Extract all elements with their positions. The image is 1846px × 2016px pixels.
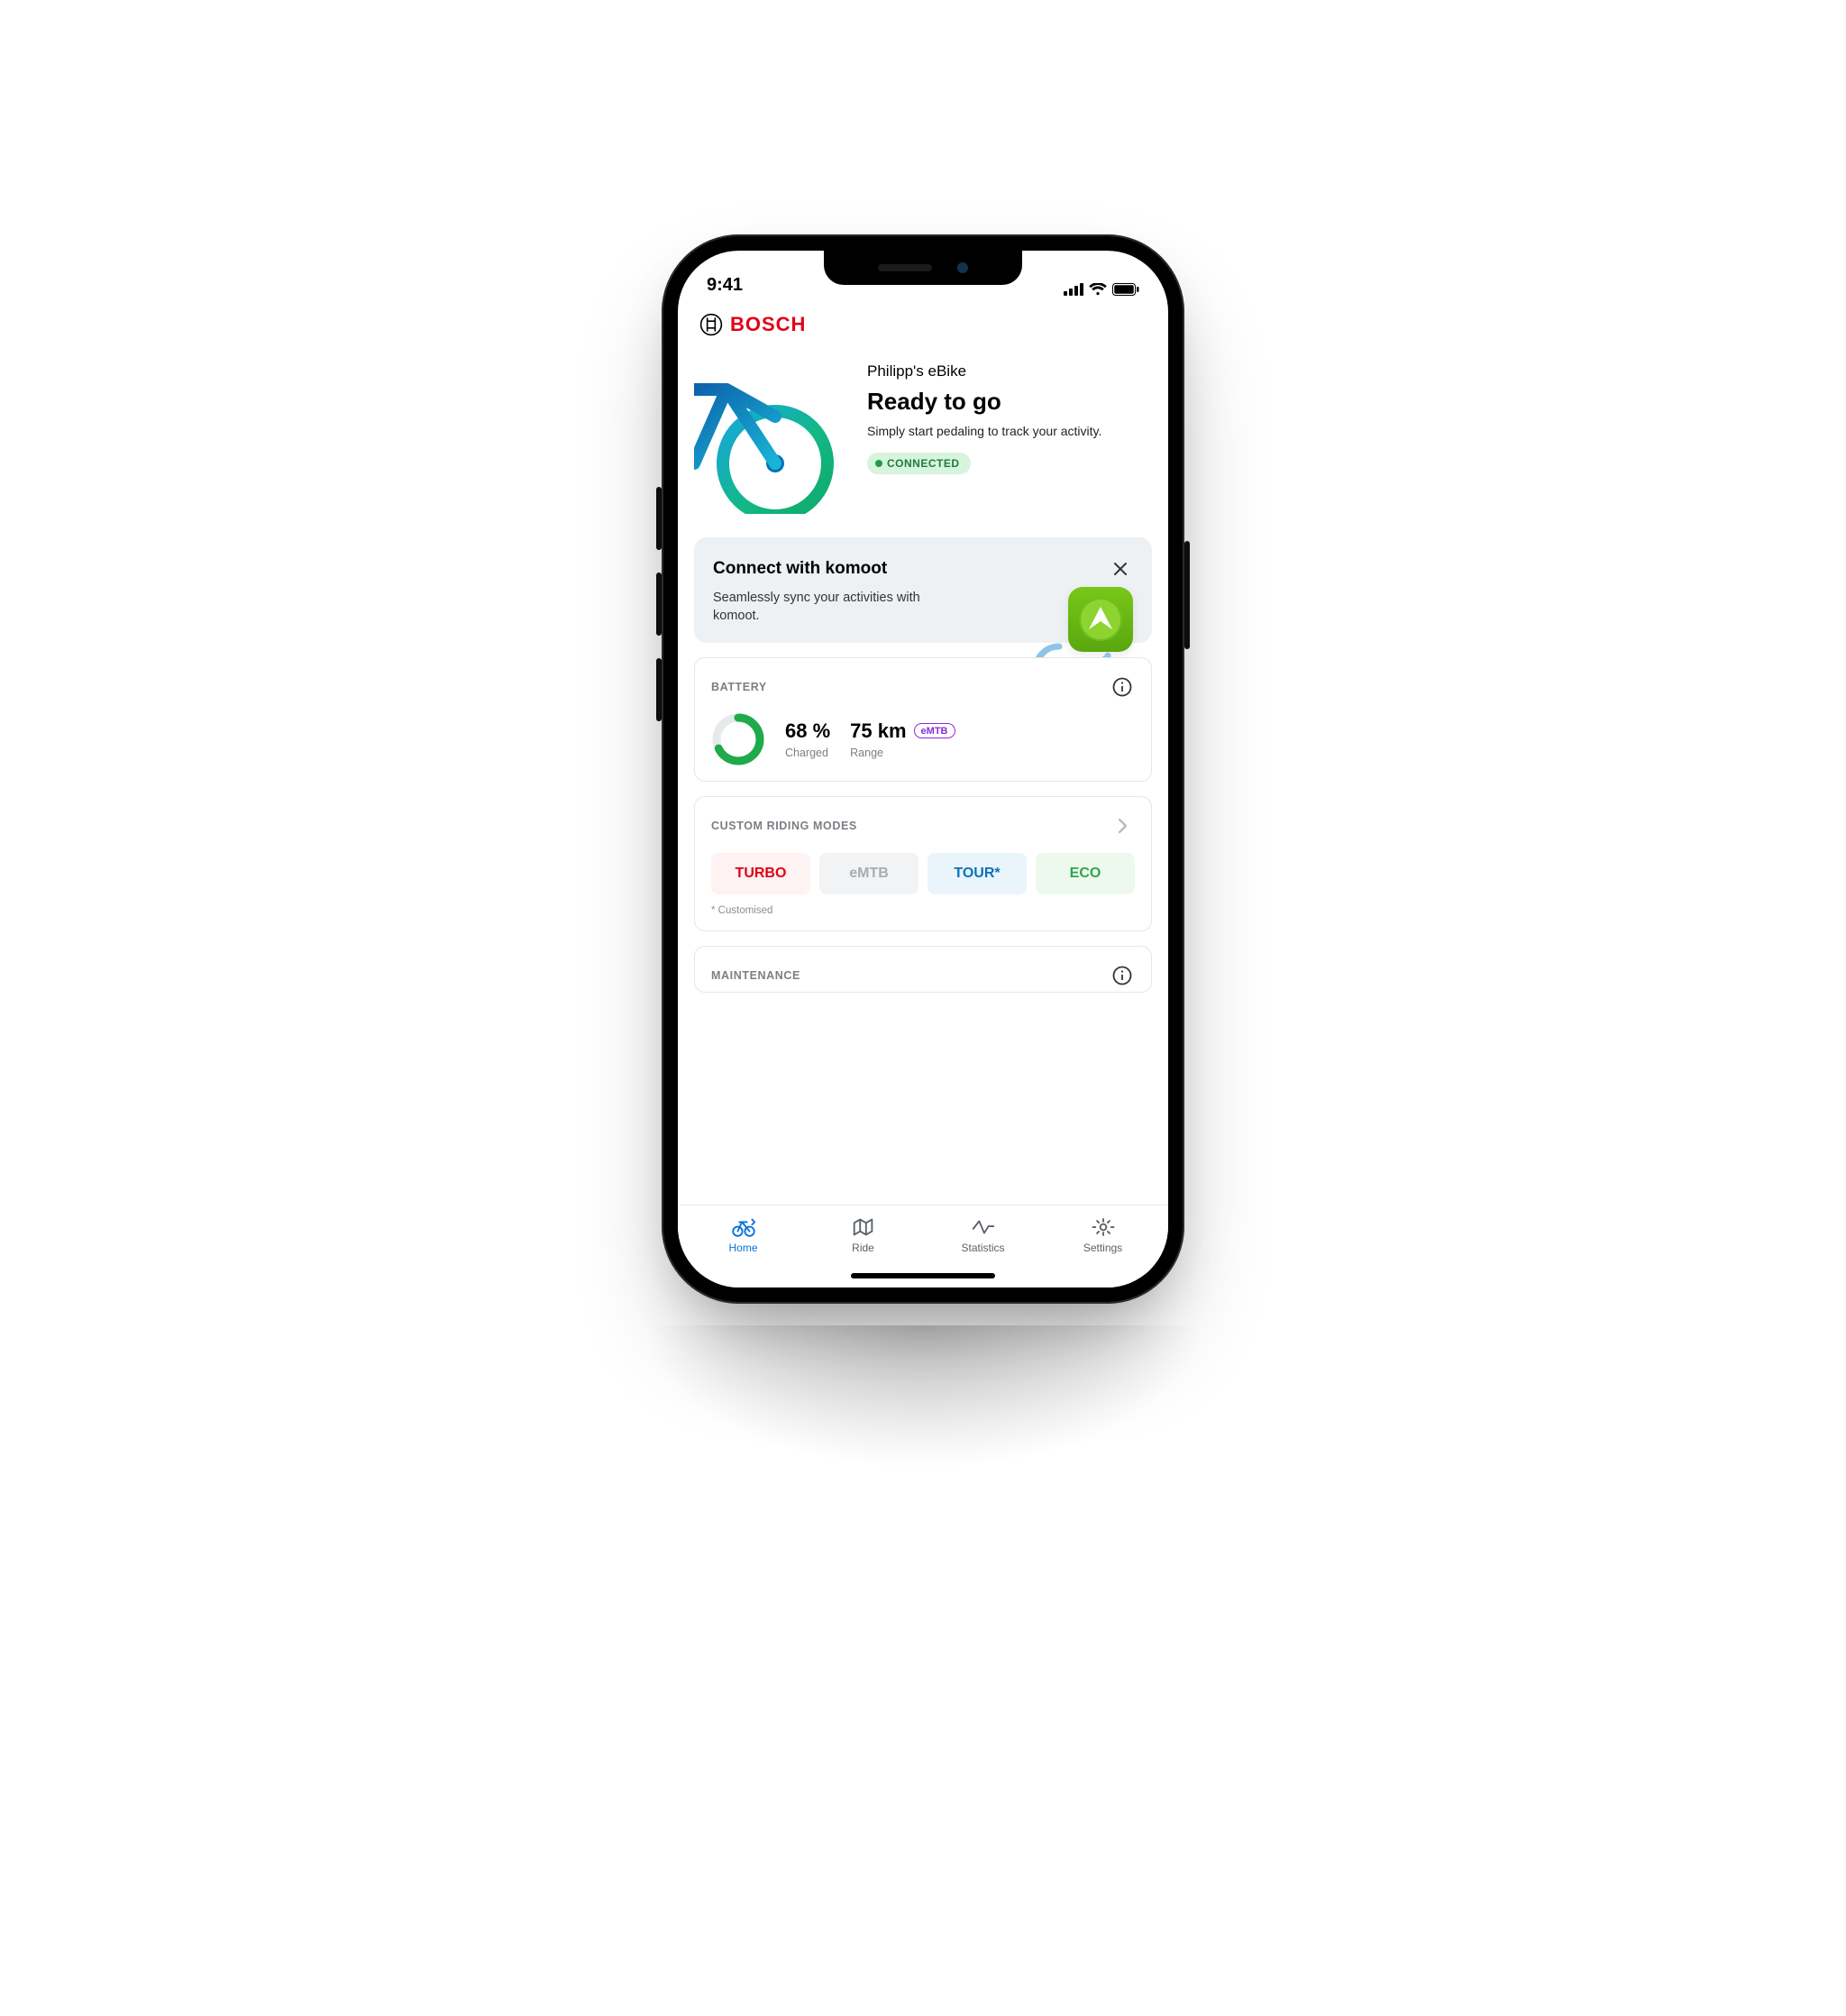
battery-range-stat: 75 km eMTB Range	[850, 719, 955, 759]
statistics-tab-icon	[970, 1216, 997, 1238]
info-icon	[1112, 677, 1132, 697]
tab-settings[interactable]: Settings	[1043, 1216, 1163, 1254]
mode-emtb[interactable]: eMTB	[819, 853, 918, 894]
home-tab-icon	[730, 1216, 757, 1238]
floor-reflection	[526, 1325, 1320, 1812]
battery-icon	[1112, 283, 1139, 296]
riding-modes-section-label: CUSTOM RIDING MODES	[711, 820, 857, 832]
phone-mockup-frame: 9:41 BOSCH	[662, 234, 1184, 1304]
hero-section: Philipp's eBike Ready to go Simply start…	[694, 355, 1152, 523]
bosch-mark-icon	[699, 313, 723, 336]
hero-subtitle: Simply start pedaling to track your acti…	[867, 423, 1152, 440]
komoot-card-title: Connect with komoot	[713, 559, 887, 579]
chevron-right-icon	[1116, 817, 1129, 835]
tab-statistics[interactable]: Statistics	[923, 1216, 1043, 1254]
mode-eco[interactable]: ECO	[1036, 853, 1135, 894]
riding-modes-footnote: * Customised	[711, 905, 1135, 916]
close-icon	[1112, 561, 1129, 577]
komoot-connect-card[interactable]: Connect with komoot Seamlessly sync your…	[694, 537, 1152, 643]
hero-title: Ready to go	[867, 388, 1152, 416]
info-icon	[1112, 966, 1132, 985]
battery-range-value: 75 km	[850, 719, 906, 743]
tab-ride-label: Ride	[852, 1242, 874, 1254]
status-time: 9:41	[707, 275, 743, 296]
battery-range-mode-tag: eMTB	[914, 723, 955, 738]
home-content[interactable]: Philipp's eBike Ready to go Simply start…	[678, 352, 1168, 1205]
connection-status-badge: CONNECTED	[867, 453, 971, 474]
cellular-icon	[1064, 283, 1083, 296]
mode-tour[interactable]: TOUR*	[928, 853, 1027, 894]
tab-ride[interactable]: Ride	[803, 1216, 923, 1254]
battery-info-button[interactable]	[1110, 674, 1135, 700]
ebike-illustration	[694, 361, 856, 514]
tab-settings-label: Settings	[1083, 1242, 1122, 1254]
tab-home-label: Home	[728, 1242, 757, 1254]
wifi-icon	[1089, 283, 1107, 296]
battery-card[interactable]: BATTERY 68 % Charged	[694, 657, 1152, 782]
home-indicator[interactable]	[851, 1273, 995, 1278]
riding-modes-more-button[interactable]	[1110, 813, 1135, 838]
app-header: BOSCH	[678, 298, 1168, 352]
close-komoot-card-button[interactable]	[1108, 556, 1133, 582]
maintenance-card[interactable]: MAINTENANCE	[694, 946, 1152, 993]
maintenance-section-label: MAINTENANCE	[711, 969, 800, 982]
komoot-card-description: Seamlessly sync your activities with kom…	[713, 589, 965, 626]
battery-range-label: Range	[850, 747, 955, 759]
battery-ring-icon	[711, 712, 765, 766]
maintenance-info-button[interactable]	[1110, 963, 1135, 988]
tab-home[interactable]: Home	[683, 1216, 803, 1254]
brand-logo: BOSCH	[699, 313, 806, 336]
battery-percent-value: 68 %	[785, 719, 830, 743]
mode-turbo[interactable]: TURBO	[711, 853, 810, 894]
battery-section-label: BATTERY	[711, 681, 767, 693]
brand-name: BOSCH	[730, 313, 806, 336]
phone-screen: 9:41 BOSCH	[678, 251, 1168, 1287]
riding-modes-card[interactable]: CUSTOM RIDING MODES TURBO eMTB TOUR* ECO…	[694, 796, 1152, 931]
phone-notch	[824, 251, 1022, 285]
tab-statistics-label: Statistics	[961, 1242, 1004, 1254]
battery-percent-label: Charged	[785, 747, 830, 759]
ebike-name: Philipp's eBike	[867, 362, 1152, 380]
settings-tab-icon	[1090, 1216, 1117, 1238]
status-right-icons	[1064, 283, 1139, 296]
battery-charge-stat: 68 % Charged	[785, 719, 830, 759]
ride-tab-icon	[850, 1216, 877, 1238]
